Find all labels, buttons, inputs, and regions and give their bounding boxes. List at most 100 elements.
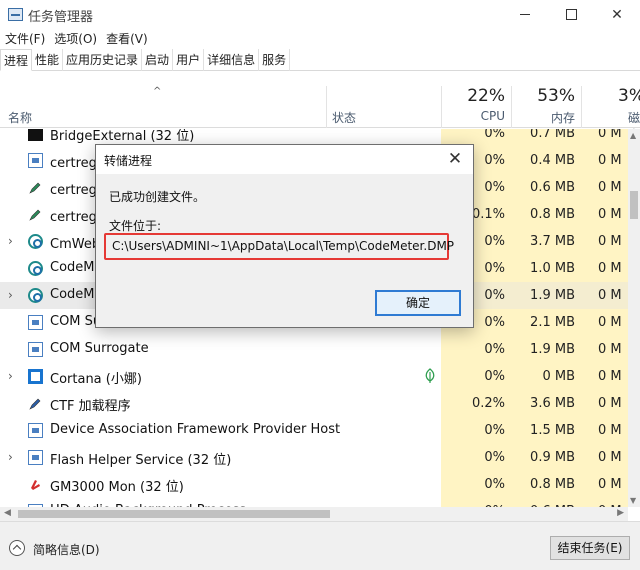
cpu-value: 0% <box>484 234 505 249</box>
cpu-value-cell: 0% <box>441 498 511 507</box>
ok-button[interactable]: 确定 <box>375 290 461 316</box>
process-row[interactable]: › Cortana (小娜) 0% 0 MB 0 M <box>0 363 628 390</box>
disk-value-cell: 0 M <box>581 129 628 147</box>
disk-value-cell: 0 M <box>581 309 628 336</box>
disk-value-cell: 0 M <box>581 390 628 417</box>
dialog-title-bar: 转储进程 ✕ <box>96 145 473 174</box>
memory-value-cell: 1.5 MB <box>511 417 581 444</box>
memory-value-cell: 0.7 MB <box>511 129 581 147</box>
cpu-percent[interactable]: 22% <box>455 86 505 106</box>
process-row[interactable]: › Flash Helper Service (32 位) 0% 0.9 MB 0 M <box>0 444 628 471</box>
horizontal-scrollbar[interactable]: ◀ ▶ <box>0 507 628 521</box>
end-task-button[interactable]: 结束任务(E) <box>550 536 630 560</box>
expand-chevron-icon[interactable]: › <box>8 234 13 248</box>
cpu-value: 0% <box>484 423 505 438</box>
process-row[interactable]: GM3000 Mon (32 位) 0% 0.8 MB 0 M <box>0 471 628 498</box>
cpu-value: 0% <box>484 180 505 195</box>
pen-icon <box>28 207 43 222</box>
scroll-up-icon[interactable]: ▲ <box>630 131 636 140</box>
cpu-value: 0% <box>484 342 505 357</box>
tab-performance[interactable]: 性能 <box>32 49 64 71</box>
process-row[interactable]: HD Audio Background Process0%0.6 MB0 M <box>0 498 628 507</box>
column-divider <box>326 86 327 128</box>
memory-value-cell: 0.9 MB <box>511 444 581 471</box>
scroll-down-icon[interactable]: ▼ <box>630 496 636 505</box>
process-name: GM3000 Mon (32 位) <box>50 480 184 495</box>
expand-chevron-icon[interactable]: › <box>8 450 13 464</box>
collapse-chevron-icon[interactable] <box>9 540 25 556</box>
memory-value: 3.7 MB <box>530 234 575 249</box>
close-button[interactable]: ✕ <box>594 0 640 29</box>
memory-value-cell: 1.9 MB <box>511 282 581 309</box>
disk-value: 0 M <box>598 342 622 357</box>
disk-value-cell: 0 M <box>581 255 628 282</box>
minimize-button[interactable] <box>502 0 548 29</box>
memory-value: 0.6 MB <box>530 180 575 195</box>
cpu-value-cell: 0.2% <box>441 390 511 417</box>
task-manager-window: 任务管理器 ✕ 文件(F) 选项(O) 查看(V) 进程 性能 应用历史记录 启… <box>0 0 640 570</box>
memory-value: 0.7 MB <box>530 129 575 141</box>
tab-startup[interactable]: 启动 <box>142 49 174 71</box>
menu-view[interactable]: 查看(V) <box>101 29 152 49</box>
disk-percent[interactable]: 3% <box>618 86 640 106</box>
memory-percent[interactable]: 53% <box>525 86 575 106</box>
window-title: 任务管理器 <box>28 10 94 25</box>
scroll-left-icon[interactable]: ◀ <box>4 508 11 518</box>
column-name[interactable]: 名称 <box>8 109 32 126</box>
expand-chevron-icon[interactable]: › <box>8 288 13 302</box>
ctf-pen-icon <box>28 396 43 411</box>
process-row[interactable]: COM Surrogate 0% 1.9 MB 0 M <box>0 336 628 363</box>
tab-services[interactable]: 服务 <box>259 49 291 71</box>
tab-processes[interactable]: 进程 <box>0 49 33 71</box>
file-path[interactable]: C:\Users\ADMINI~1\AppData\Local\Temp\Cod… <box>112 239 454 253</box>
memory-value: 1.5 MB <box>530 423 575 438</box>
expand-chevron-icon[interactable]: › <box>8 369 13 383</box>
dialog-message: 已成功创建文件。 <box>109 190 206 204</box>
menu-options[interactable]: 选项(O) <box>49 29 101 49</box>
column-status[interactable]: 状态 <box>332 109 356 126</box>
cpu-value: 0.1% <box>471 207 505 222</box>
process-name: COM Surrogate <box>50 341 149 356</box>
disk-value-cell: 0 M <box>581 417 628 444</box>
vertical-scroll-thumb[interactable] <box>630 191 638 219</box>
tab-bar: 进程 性能 应用历史记录 启动 用户 详细信息 服务 <box>0 49 640 71</box>
column-divider <box>581 86 582 128</box>
disk-value: 0 M <box>598 129 622 141</box>
maximize-button[interactable] <box>548 0 594 29</box>
memory-value: 0 MB <box>542 369 575 384</box>
column-memory[interactable]: 内存 <box>525 109 575 126</box>
disk-value-cell: 0 M <box>581 444 628 471</box>
file-location-label: 文件位于: <box>109 219 162 233</box>
cortana-icon <box>28 369 43 384</box>
dump-process-dialog: 转储进程 ✕ 已成功创建文件。 文件位于: C:\Users\ADMINI~1\… <box>95 144 474 328</box>
horizontal-scroll-thumb[interactable] <box>18 510 330 518</box>
cpu-value-cell: 0% <box>441 471 511 498</box>
task-manager-icon <box>8 8 23 21</box>
window-icon <box>28 342 43 357</box>
tab-app-history[interactable]: 应用历史记录 <box>63 49 143 71</box>
process-row[interactable]: CTF 加载程序 0.2% 3.6 MB 0 M <box>0 390 628 417</box>
memory-value-cell: 3.6 MB <box>511 390 581 417</box>
tab-users[interactable]: 用户 <box>173 49 205 71</box>
memory-value: 0.8 MB <box>530 207 575 222</box>
menu-file[interactable]: 文件(F) <box>0 29 49 49</box>
footer-bar: 简略信息(D) 结束任务(E) <box>0 521 640 570</box>
codemeter-icon <box>28 234 43 249</box>
disk-value-cell: 0 M <box>581 201 628 228</box>
disk-value: 0 M <box>598 423 622 438</box>
dialog-close-icon[interactable]: ✕ <box>440 147 470 171</box>
memory-value-cell: 3.7 MB <box>511 228 581 255</box>
process-row[interactable]: Device Association Framework Provider Ho… <box>0 417 628 444</box>
tab-details[interactable]: 详细信息 <box>204 49 260 71</box>
vertical-scrollbar[interactable]: ▲ ▼ <box>628 129 640 507</box>
process-name: CTF 加载程序 <box>50 399 131 414</box>
disk-value: 0 M <box>598 396 622 411</box>
cpu-value-cell: 0% <box>441 444 511 471</box>
scroll-right-icon[interactable]: ▶ <box>617 508 624 518</box>
memory-value: 0.4 MB <box>530 153 575 168</box>
column-cpu[interactable]: CPU <box>455 109 505 123</box>
brief-details-link[interactable]: 简略信息(D) <box>33 541 100 558</box>
cpu-value: 0% <box>484 477 505 492</box>
dialog-title: 转储进程 <box>104 154 153 168</box>
cpu-value-cell: 0% <box>441 336 511 363</box>
